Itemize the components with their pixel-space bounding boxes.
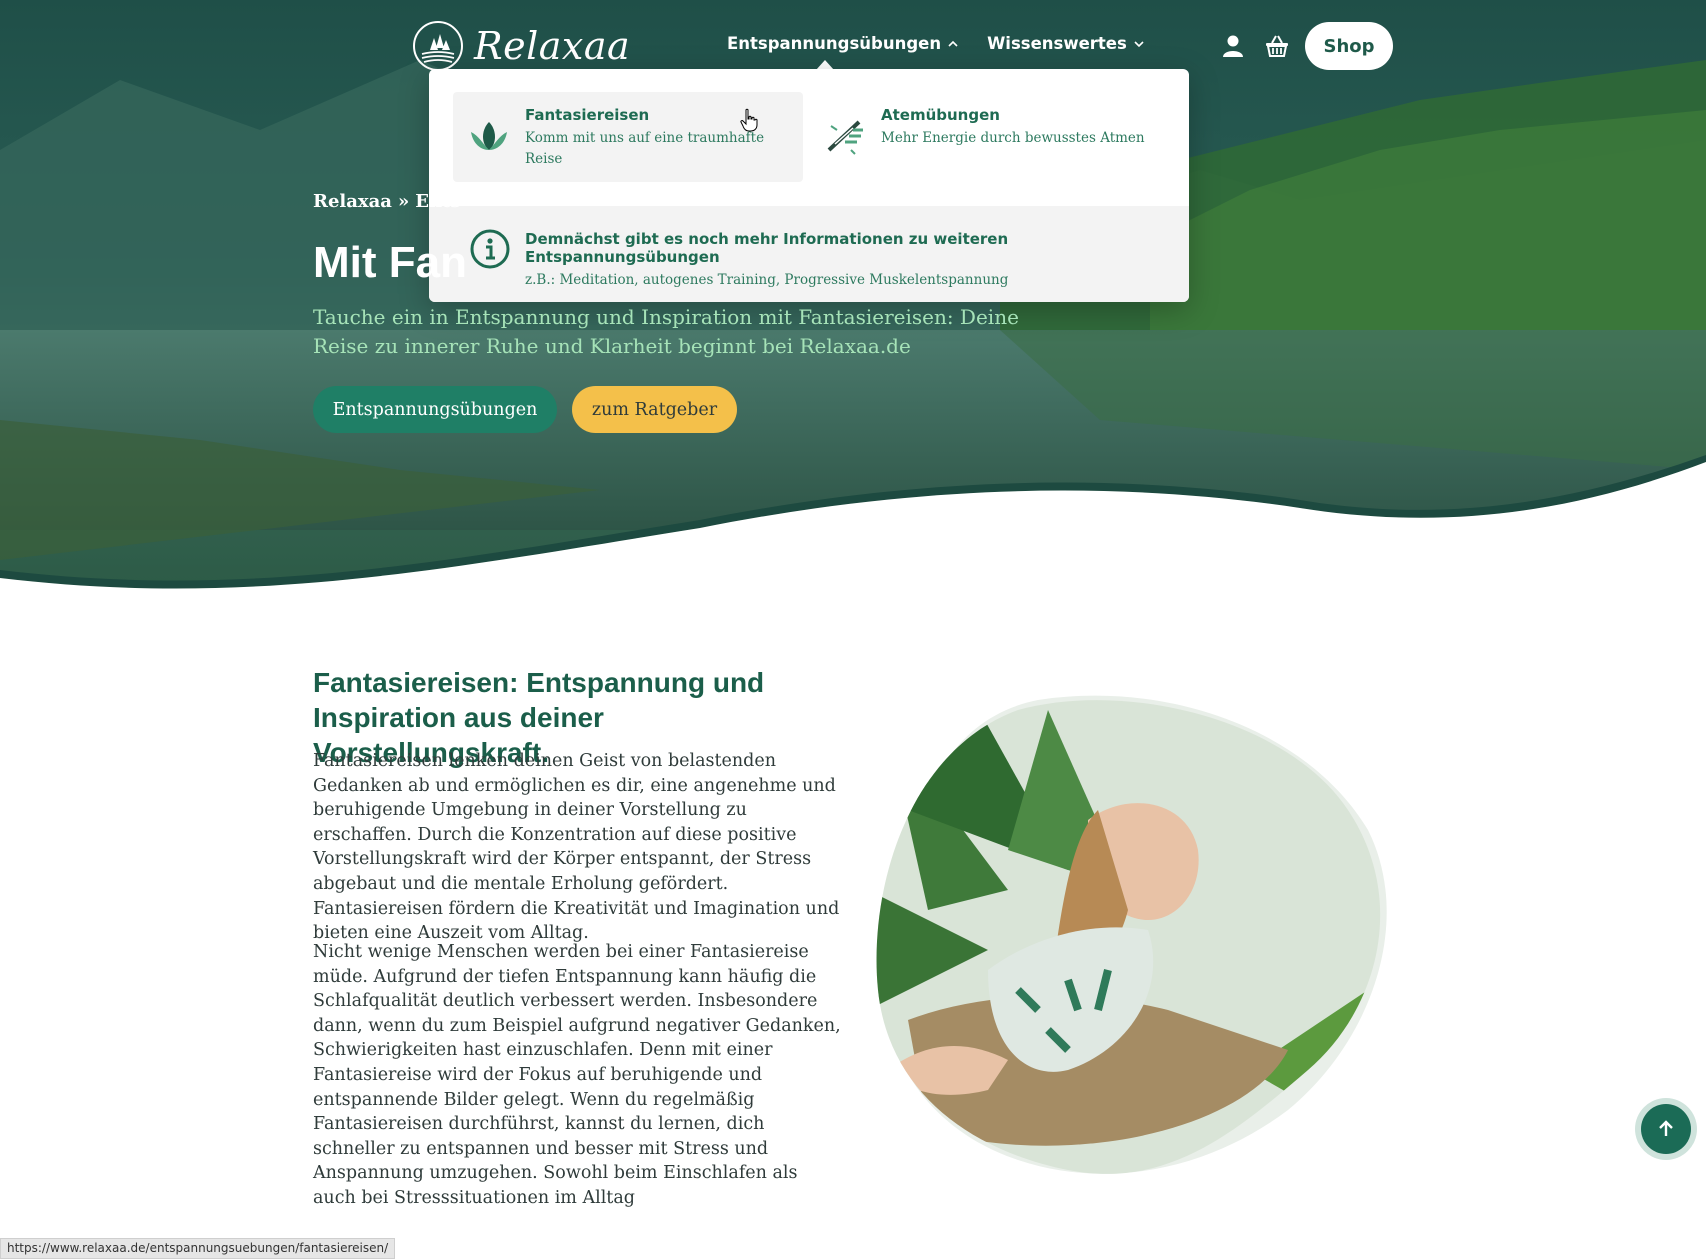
dropdown-item-title: Fantasiereisen bbox=[525, 106, 650, 124]
nav-item-entspannungsuebungen[interactable]: Entspannungsübungen bbox=[727, 34, 959, 53]
nav-item-label: Entspannungsübungen bbox=[727, 34, 942, 53]
content-paragraph-2: Nicht wenige Menschen werden bei einer F… bbox=[313, 942, 841, 1208]
info-banner-title: Demnächst gibt es noch mehr Informatione… bbox=[525, 230, 1009, 266]
dropdown-item-title: Atemübungen bbox=[881, 106, 1000, 124]
header-actions bbox=[1220, 33, 1290, 59]
zum-ratgeber-button[interactable]: zum Ratgeber bbox=[572, 386, 737, 433]
breadcrumb-separator: » bbox=[397, 191, 410, 212]
breathing-icon bbox=[827, 120, 863, 155]
info-banner-description: z.B.: Meditation, autogenes Training, Pr… bbox=[525, 272, 1009, 288]
dropdown-info-banner: Demnächst gibt es noch mehr Informatione… bbox=[429, 206, 1189, 302]
user-account-icon[interactable] bbox=[1220, 33, 1246, 59]
scroll-to-top-inner bbox=[1641, 1104, 1691, 1154]
dropdown-item-description: Komm mit uns auf eine traumhafte bbox=[525, 130, 765, 146]
nav-item-label: Wissenswertes bbox=[987, 34, 1127, 53]
dropdown-item-description-cont: Reise bbox=[525, 151, 563, 167]
page-title: Mit Fan bbox=[313, 238, 467, 287]
dropdown-item-description: Mehr Energie durch bewusstes Atmen bbox=[881, 130, 1145, 146]
nav-item-wissenswertes[interactable]: Wissenswertes bbox=[987, 34, 1145, 53]
relaxing-woman-photo bbox=[876, 695, 1387, 1174]
dropdown-item-fantasiereisen[interactable]: Fantasiereisen Komm mit uns auf eine tra… bbox=[453, 92, 803, 182]
logo-wordmark: Relaxaa bbox=[474, 24, 631, 68]
main-navigation: Entspannungsübungen Wissenswertes bbox=[727, 34, 1145, 53]
section-heading-line1: Fantasiereisen: Entspannung und bbox=[313, 667, 765, 698]
breadcrumb-section-link[interactable]: Ents bbox=[415, 191, 460, 212]
browser-status-bar-url: https://www.relaxaa.de/entspannungsuebun… bbox=[0, 1238, 396, 1259]
lotus-leaf-icon bbox=[471, 122, 507, 150]
info-icon bbox=[470, 229, 510, 269]
content-paragraph-1: Fantasiereisen lenken deinen Geist von b… bbox=[313, 751, 840, 944]
dropdown-item-atemuebungen[interactable]: Atemübungen Mehr Energie durch bewusstes… bbox=[809, 92, 1165, 182]
info-banner-text: Demnächst gibt es noch mehr Informatione… bbox=[525, 228, 1149, 288]
chevron-up-icon bbox=[948, 40, 958, 47]
breadcrumb: Relaxaa » Ents bbox=[313, 191, 461, 212]
site-logo[interactable]: Relaxaa bbox=[412, 20, 630, 72]
entspannungsuebungen-dropdown-menu: Fantasiereisen Komm mit uns auf eine tra… bbox=[429, 69, 1189, 302]
dropdown-item-text: Fantasiereisen Komm mit uns auf eine tra… bbox=[525, 106, 764, 168]
hand-pointer-cursor-icon bbox=[740, 108, 758, 132]
logo-tree-emblem-icon bbox=[413, 21, 463, 71]
arrow-up-icon bbox=[1659, 1120, 1673, 1136]
entspannungsuebungen-button[interactable]: Entspannungsübungen bbox=[313, 386, 557, 433]
scroll-to-top-button[interactable] bbox=[1635, 1098, 1697, 1160]
dropdown-item-text: Atemübungen Mehr Energie durch bewusstes… bbox=[881, 106, 1145, 168]
breadcrumb-home-link[interactable]: Relaxaa bbox=[313, 191, 392, 212]
shopping-basket-icon[interactable] bbox=[1264, 33, 1290, 59]
dropdown-cards-area: Fantasiereisen Komm mit uns auf eine tra… bbox=[429, 69, 1189, 206]
hero-subtitle: Tauche ein in Entspannung und Inspiratio… bbox=[313, 305, 1019, 358]
chevron-down-icon bbox=[1134, 40, 1144, 47]
shop-button[interactable]: Shop bbox=[1305, 22, 1393, 70]
